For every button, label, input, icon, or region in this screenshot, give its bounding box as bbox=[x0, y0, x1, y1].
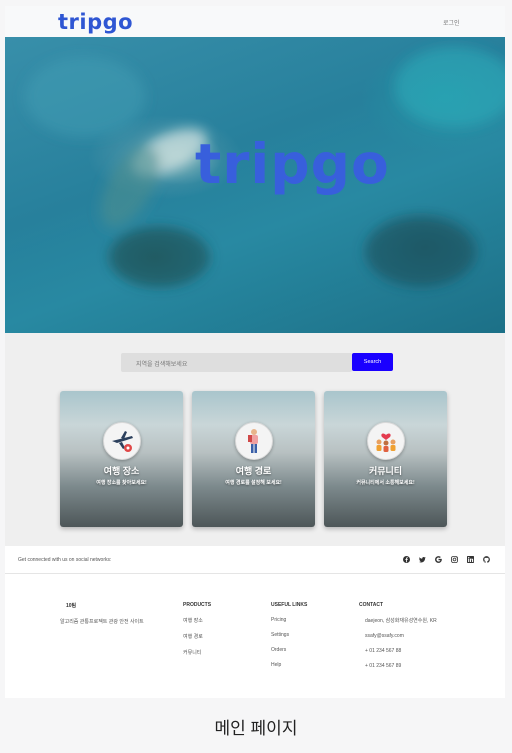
traveler-icon bbox=[235, 422, 273, 460]
search-bar bbox=[121, 353, 352, 375]
footer-brand-title: 10팀 bbox=[66, 603, 77, 609]
twitter-icon[interactable] bbox=[418, 555, 426, 563]
footer-link[interactable]: Orders bbox=[271, 647, 307, 653]
search-input[interactable] bbox=[121, 355, 352, 375]
footer: Get connected with us on social networks… bbox=[5, 546, 505, 698]
footer-link[interactable]: Settings bbox=[271, 632, 307, 638]
facebook-icon[interactable] bbox=[402, 555, 410, 563]
navbar: tripgo 로그인 bbox=[5, 6, 505, 37]
linkedin-icon[interactable] bbox=[466, 555, 474, 563]
github-icon[interactable] bbox=[482, 555, 490, 563]
social-row: Get connected with us on social networks… bbox=[5, 546, 505, 574]
contact-address: daejeon, 삼성화재유성연수원, KR bbox=[365, 618, 437, 624]
card-subtitle: 커뮤니티에서 소통해보세요! bbox=[356, 480, 415, 486]
card-community[interactable]: 커뮤니티 커뮤니티에서 소통해보세요! bbox=[324, 391, 447, 527]
footer-link[interactable]: Pricing bbox=[271, 617, 307, 623]
card-subtitle: 여행 장소를 찾아보세요! bbox=[96, 480, 147, 486]
footer-link[interactable]: Help bbox=[271, 662, 307, 668]
contact-email: ssafy@ssafy.com bbox=[365, 633, 404, 639]
hero-banner: tripgo bbox=[5, 37, 505, 333]
footer-products-link[interactable]: 커뮤니티 bbox=[183, 649, 211, 656]
footer-contact-column: CONTACT daejeon, 삼성화재유성연수원, KR ssafy@ssa… bbox=[359, 602, 437, 678]
navbar-logo[interactable]: tripgo bbox=[58, 10, 133, 34]
footer-products-link[interactable]: 여행 장소 bbox=[183, 617, 211, 624]
footer-products-link[interactable]: 여행 경로 bbox=[183, 633, 211, 640]
footer-contact-title: CONTACT bbox=[359, 602, 384, 608]
contact-fax: + 01 234 567 89 bbox=[365, 663, 402, 669]
login-link[interactable]: 로그인 bbox=[443, 18, 460, 27]
footer-links-column: USEFUL LINKS Pricing Settings Orders Hel… bbox=[271, 602, 307, 677]
airplane-map-icon bbox=[103, 422, 141, 460]
search-button[interactable]: Search bbox=[352, 353, 393, 371]
google-icon[interactable] bbox=[434, 555, 442, 563]
footer-brand-desc: 알고리즘 관통프로젝트 관광 안전 사이트 bbox=[60, 619, 144, 625]
page-frame: tripgo 로그인 tripgo Search bbox=[5, 6, 505, 698]
community-icon bbox=[367, 422, 405, 460]
instagram-icon[interactable] bbox=[450, 555, 458, 563]
footer-links-title: USEFUL LINKS bbox=[271, 602, 308, 608]
card-subtitle: 여행 경로를 설정해 보세요! bbox=[225, 480, 282, 486]
contact-phone: + 01 234 567 88 bbox=[365, 648, 402, 654]
hero-logo: tripgo bbox=[195, 132, 390, 196]
footer-products-column: PRODUCTS 여행 장소 여행 경로 커뮤니티 bbox=[183, 602, 211, 665]
footer-products-title: PRODUCTS bbox=[183, 602, 212, 608]
footer-brand-column: 10팀 알고리즘 관통프로젝트 관광 안전 사이트 bbox=[60, 602, 160, 626]
card-title: 여행 경로 bbox=[235, 466, 272, 476]
card-title: 커뮤니티 bbox=[368, 466, 403, 476]
card-title: 여행 장소 bbox=[103, 466, 140, 476]
card-travel-routes[interactable]: 여행 경로 여행 경로를 설정해 보세요! bbox=[192, 391, 315, 527]
card-travel-places[interactable]: 여행 장소 여행 장소를 찾아보세요! bbox=[60, 391, 183, 527]
social-text: Get connected with us on social networks… bbox=[18, 557, 112, 563]
social-icons bbox=[402, 555, 490, 563]
page-caption: 메인 페이지 bbox=[214, 719, 298, 738]
